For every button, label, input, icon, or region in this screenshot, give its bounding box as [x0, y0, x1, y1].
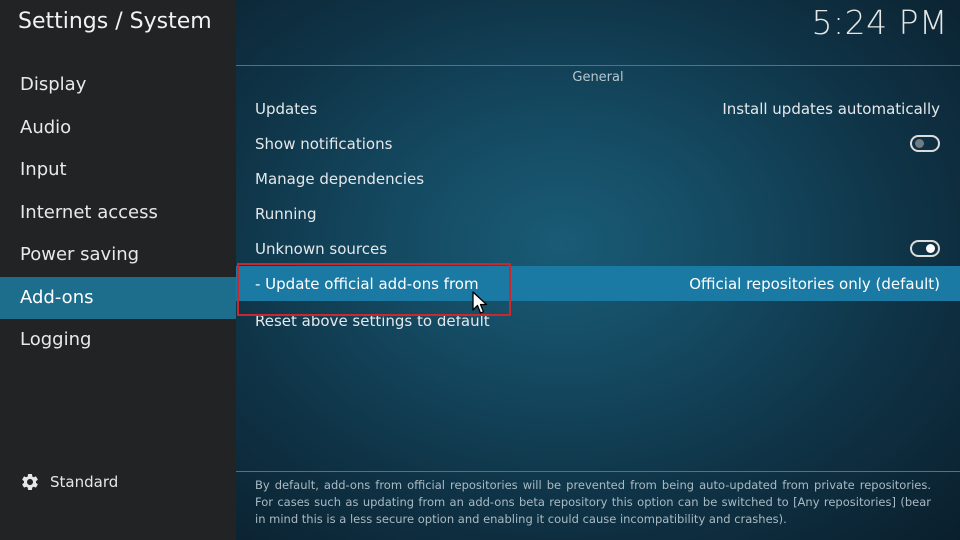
section-divider [236, 65, 960, 66]
setting-value: Official repositories only (default) [689, 274, 940, 293]
description-divider [236, 471, 960, 472]
setting-label: Updates [255, 99, 318, 118]
mouse-pointer-icon [472, 291, 488, 319]
setting-row-updates[interactable]: Updates Install updates automatically [236, 91, 960, 126]
setting-row-manage-dependencies[interactable]: Manage dependencies [236, 161, 960, 196]
settings-level-button[interactable]: Standard [20, 472, 118, 492]
sidebar-item-logging[interactable]: Logging [0, 319, 236, 362]
setting-description: By default, add-ons from official reposi… [255, 478, 931, 526]
unknown-sources-toggle[interactable] [910, 240, 940, 257]
notifications-toggle[interactable] [910, 135, 940, 152]
setting-label: Manage dependencies [255, 169, 425, 188]
sidebar-nav: Display Audio Input Internet access Powe… [0, 64, 236, 362]
setting-label: Show notifications [255, 134, 393, 153]
setting-value: Install updates automatically [722, 99, 940, 118]
setting-row-running[interactable]: Running [236, 196, 960, 231]
section-title: General [572, 70, 624, 85]
window-title: Settings / System [18, 9, 212, 34]
clock: 5:24 PM [811, 3, 948, 42]
sidebar-item-power-saving[interactable]: Power saving [0, 234, 236, 277]
setting-label: Unknown sources [255, 239, 388, 258]
sidebar-item-input[interactable]: Input [0, 149, 236, 192]
setting-row-unknown-sources[interactable]: Unknown sources [236, 231, 960, 266]
settings-level-label: Standard [50, 473, 119, 491]
sidebar-item-internet-access[interactable]: Internet access [0, 192, 236, 235]
setting-label: Running [255, 204, 317, 223]
gear-icon [20, 472, 40, 492]
sidebar: Settings / System Display Audio Input In… [0, 0, 236, 540]
annotation-highlight-box [237, 263, 511, 316]
setting-row-show-notifications[interactable]: Show notifications [236, 126, 960, 161]
sidebar-item-add-ons[interactable]: Add-ons [0, 276, 236, 319]
sidebar-item-audio[interactable]: Audio [0, 107, 236, 150]
sidebar-item-display[interactable]: Display [0, 64, 236, 107]
toggle-knob [915, 139, 924, 148]
toggle-knob [926, 244, 935, 253]
